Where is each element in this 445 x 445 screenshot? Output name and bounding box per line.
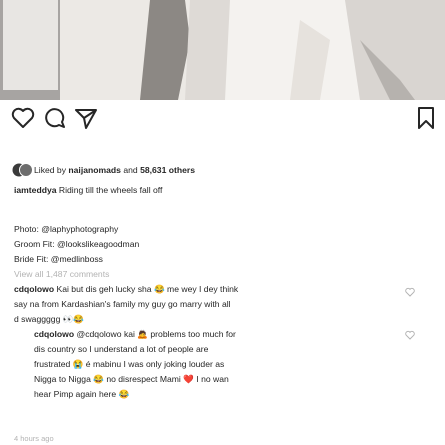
- credit-line: Bride Fit: @medlinboss: [14, 254, 103, 264]
- comment-text: Kai but dis geh lucky sha 😂 me wey I dey…: [56, 284, 239, 294]
- reply-line: frustrated 😭 é mabinu I was only joking …: [34, 359, 225, 369]
- likes-summary[interactable]: Liked by naijanomads and 58,631 others: [34, 164, 195, 176]
- heart-icon[interactable]: [10, 105, 36, 131]
- share-icon[interactable]: [73, 105, 99, 131]
- caption: iamteddya Riding till the wheels fall of…: [14, 184, 162, 196]
- view-all-comments-link[interactable]: View all 1,487 comments: [14, 268, 109, 280]
- reply-username[interactable]: cdqolowo: [34, 329, 74, 339]
- reply-line: hear Pimp again here 😂: [34, 389, 130, 399]
- liked-by-avatars[interactable]: [12, 160, 32, 180]
- liked-by-user[interactable]: naijanomads: [68, 165, 121, 175]
- comment-line: say na from Kardashian's family my guy g…: [14, 299, 231, 309]
- bookmark-icon[interactable]: [413, 105, 439, 131]
- comment-line: cdqolowo Kai but dis geh lucky sha 😂 me …: [14, 283, 238, 295]
- reply-line: Nigga to Nigga 😂 no disrespect Mami ❤️ I…: [34, 374, 229, 384]
- likes-count[interactable]: 58,631 others: [140, 165, 195, 175]
- wedding-photo-image: [0, 0, 445, 100]
- comment-username[interactable]: cdqolowo: [14, 284, 54, 294]
- reply-line: cdqolowo @cdqolowo kai 🙇 problems too mu…: [34, 328, 236, 340]
- credit-line: Photo: @laphyphotography: [14, 224, 119, 234]
- reply-mention[interactable]: @cdqolowo: [77, 329, 122, 339]
- post-timestamp: 4 hours ago: [14, 434, 54, 443]
- caption-text: Riding till the wheels fall off: [58, 185, 163, 195]
- post-action-bar: [0, 103, 445, 133]
- reply-like-heart-icon[interactable]: [405, 330, 415, 340]
- reply-line: dis country so I understand a lot of peo…: [34, 344, 209, 354]
- likes-mid: and: [123, 165, 138, 175]
- post-photo[interactable]: [0, 0, 445, 100]
- caption-username[interactable]: iamteddya: [14, 185, 57, 195]
- comment-icon[interactable]: [42, 105, 68, 131]
- comment-like-heart-icon[interactable]: [405, 287, 415, 297]
- comment-line: d swaggggg 👀😂: [14, 314, 85, 324]
- likes-prefix: Liked by: [34, 165, 67, 175]
- credit-line: Groom Fit: @lookslikeagoodman: [14, 239, 140, 249]
- reply-text: kai 🙇 problems too much for: [123, 329, 236, 339]
